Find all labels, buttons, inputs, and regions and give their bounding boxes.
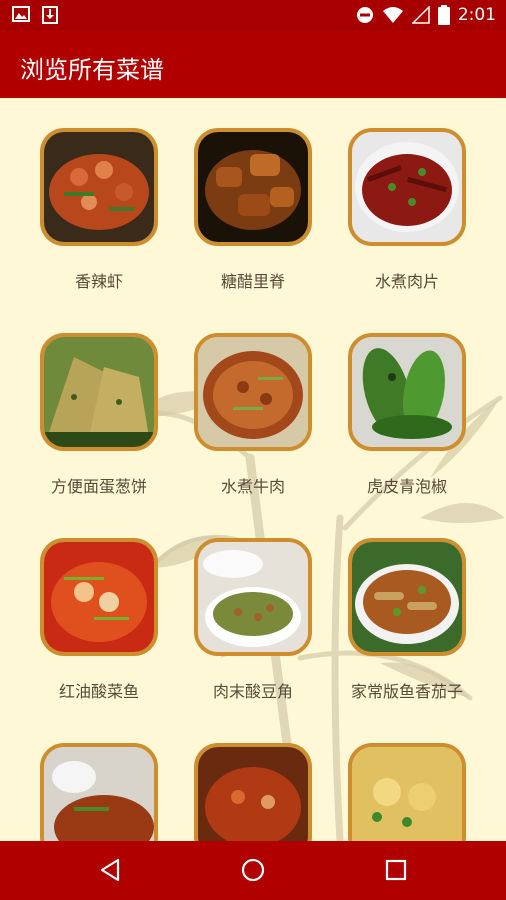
home-icon[interactable]	[238, 855, 268, 885]
recipe-name: 家常版鱼香茄子	[350, 682, 463, 701]
recipe-card[interactable]: 虎皮青泡椒	[332, 333, 482, 497]
recipe-card[interactable]	[178, 743, 328, 841]
recipe-card[interactable]: 红油酸菜鱼	[24, 538, 174, 702]
navigation-bar	[0, 841, 506, 900]
recipe-image	[194, 538, 312, 656]
recipe-card[interactable]: 糖醋里脊	[178, 128, 328, 292]
clock: 2:01	[457, 5, 496, 25]
recipe-name: 水煮肉片	[374, 272, 439, 291]
recipe-name: 肉末酸豆角	[212, 682, 293, 701]
recipe-name: 糖醋里脊	[220, 272, 285, 291]
recipe-name: 水煮牛肉	[220, 477, 285, 496]
recipe-card[interactable]	[24, 743, 174, 841]
cell-signal-icon	[411, 6, 430, 24]
download-notification-icon	[42, 6, 58, 24]
page-title: 浏览所有菜谱	[20, 56, 164, 84]
app-bar: 浏览所有菜谱	[0, 30, 506, 98]
recipe-image	[194, 128, 312, 246]
status-bar: 2:01	[0, 0, 506, 30]
recipe-card[interactable]: 家常版鱼香茄子	[332, 538, 482, 702]
recipe-card[interactable]: 水煮牛肉	[178, 333, 328, 497]
wifi-icon	[382, 7, 403, 23]
recipe-card[interactable]	[332, 743, 482, 841]
recipe-image	[194, 743, 312, 841]
recipe-image	[40, 743, 158, 841]
recipe-image	[40, 333, 158, 451]
recipe-card[interactable]: 香辣虾	[24, 128, 174, 292]
image-notification-icon	[12, 6, 30, 22]
recipe-name: 香辣虾	[74, 272, 123, 291]
recipe-image	[40, 128, 158, 246]
recipe-image	[348, 333, 466, 451]
recipe-name: 虎皮青泡椒	[366, 477, 447, 496]
recent-apps-icon[interactable]	[381, 855, 411, 885]
recipe-image	[348, 743, 466, 841]
recipe-image	[40, 538, 158, 656]
recipe-name: 红油酸菜鱼	[58, 682, 139, 701]
recipe-card[interactable]: 方便面蛋葱饼	[24, 333, 174, 497]
recipe-list[interactable]: 香辣虾 糖醋里脊 水煮肉片 方便面蛋葱饼 水煮牛肉 虎皮青泡椒 红油酸菜鱼 肉末…	[0, 98, 506, 841]
recipe-image	[348, 538, 466, 656]
recipe-image	[348, 128, 466, 246]
do-not-disturb-icon	[356, 7, 373, 23]
recipe-card[interactable]: 肉末酸豆角	[178, 538, 328, 702]
back-icon[interactable]	[96, 855, 126, 885]
recipe-name: 方便面蛋葱饼	[50, 477, 147, 496]
battery-icon	[437, 5, 450, 25]
recipe-image	[194, 333, 312, 451]
recipe-card[interactable]: 水煮肉片	[332, 128, 482, 292]
